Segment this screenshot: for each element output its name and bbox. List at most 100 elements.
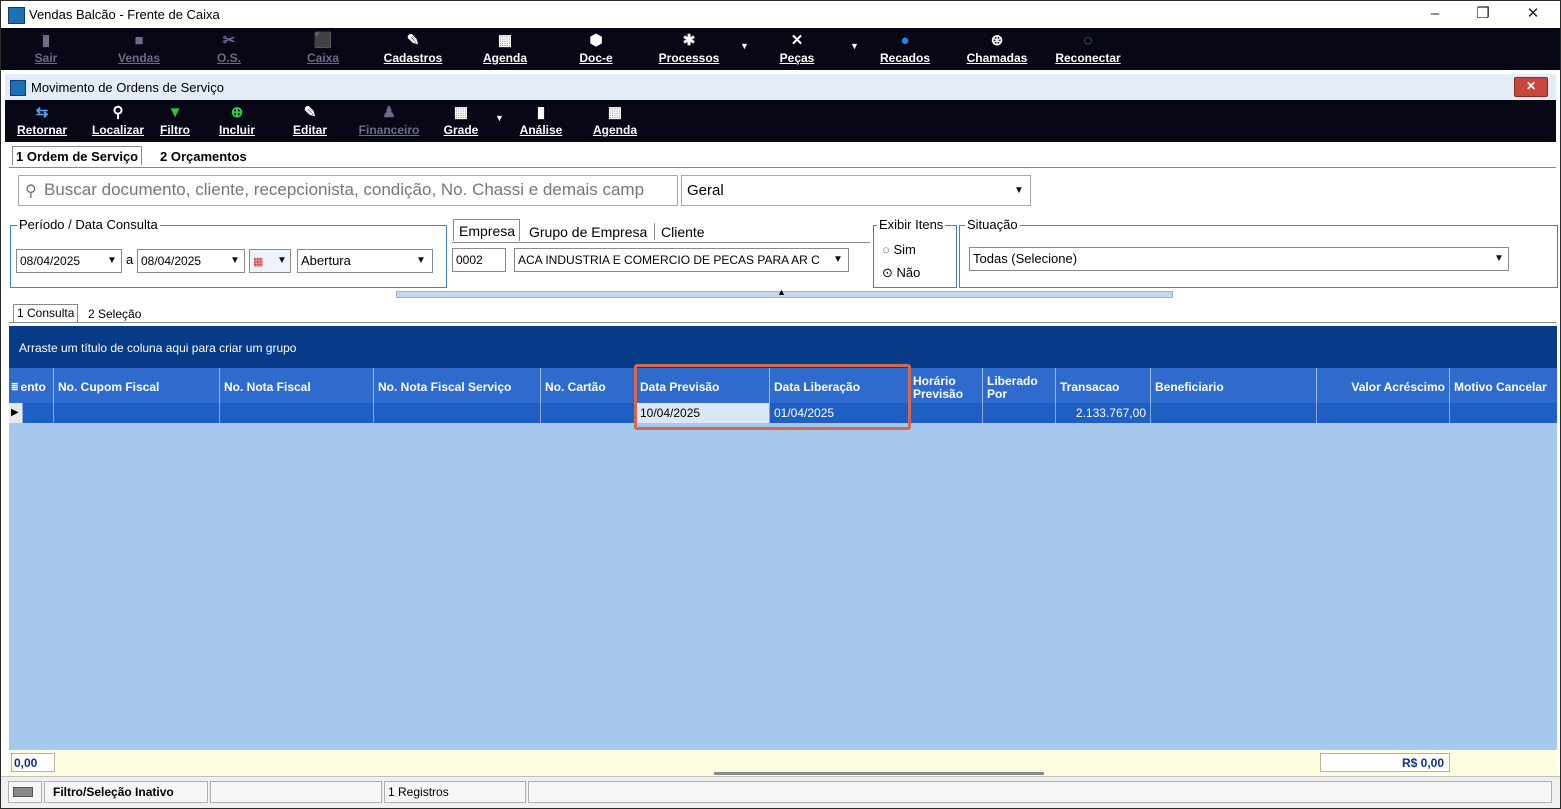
localizar-button[interactable]: ⚲ Localizar <box>87 100 149 142</box>
situacao-select[interactable]: Todas (Selecione) ▼ <box>969 247 1509 271</box>
processos-button[interactable]: ✱ Processos <box>652 28 726 70</box>
search-field[interactable]: ⚲ Buscar documento, cliente, recepcionis… <box>18 175 678 206</box>
sair-button[interactable]: ▮ Sair <box>23 28 69 70</box>
radio-sim[interactable]: ○ Sim <box>882 242 916 257</box>
caixa-button[interactable]: ⬛ Caixa <box>301 28 345 70</box>
tab-grupo-empresa[interactable]: Grupo de Empresa <box>529 224 647 240</box>
radio-unchecked-icon: ○ <box>882 242 890 257</box>
chevron-down-icon: ▼ <box>1494 253 1504 264</box>
recados-button[interactable]: ● Recados <box>872 28 938 70</box>
column-header[interactable]: Data Liberação <box>770 368 909 403</box>
filtro-button[interactable]: ▼ Filtro <box>155 100 195 142</box>
document-icon: ⬢ <box>589 32 603 49</box>
group-by-panel[interactable]: Arraste um título de coluna aqui para cr… <box>9 326 1557 368</box>
close-button[interactable]: ✕ <box>1510 3 1556 27</box>
grade-dropdown-icon[interactable]: ▼ <box>495 113 504 123</box>
column-header[interactable]: Beneficiario <box>1151 368 1317 403</box>
minimize-button[interactable]: – <box>1412 3 1458 27</box>
table-cell[interactable] <box>374 403 541 423</box>
cadastros-button[interactable]: ✎ Cadastros <box>378 28 448 70</box>
date-to-field[interactable]: 08/04/2025 ▼ <box>137 249 245 273</box>
tab-orcamentos[interactable]: 2 Orçamentos <box>160 149 247 164</box>
row-indicator-icon: ▶ <box>9 403 23 423</box>
column-header[interactable]: ≣ ento <box>9 368 54 403</box>
restore-button[interactable]: ❐ <box>1460 3 1506 27</box>
column-header[interactable]: Motivo Cancelar <box>1450 368 1557 403</box>
column-header[interactable]: Transacao <box>1056 368 1151 403</box>
search-scope-select[interactable]: Geral ▼ <box>681 175 1031 206</box>
column-header[interactable]: Horário Previsão <box>909 368 983 403</box>
door-icon: ▮ <box>41 32 51 49</box>
transacao-cell[interactable]: 2.133.767,00 <box>1056 403 1151 423</box>
data-liberacao-cell[interactable]: 01/04/2025 <box>770 403 909 423</box>
table-cell[interactable] <box>1450 403 1557 423</box>
tab-selecao[interactable]: 2 Seleção <box>88 307 141 321</box>
table-cell[interactable] <box>220 403 374 423</box>
horizontal-scrollbar[interactable] <box>714 772 1044 775</box>
column-header[interactable]: Valor Acréscimo <box>1317 368 1450 403</box>
radio-nao[interactable]: ⊙ Não <box>882 265 920 281</box>
chevron-down-icon: ▼ <box>833 254 843 265</box>
financeiro-button[interactable]: ♟ Financeiro <box>353 100 425 142</box>
reconectar-button[interactable]: ◌ Reconectar <box>1046 28 1130 70</box>
calendar-button[interactable]: ▦ ▼ <box>249 249 291 273</box>
table-cell[interactable] <box>541 403 636 423</box>
chevron-down-icon: ▼ <box>416 255 426 266</box>
filter-status: Filtro/Seleção Inativo <box>44 781 208 803</box>
money-bag-icon: ♟ <box>382 104 396 121</box>
chevron-down-icon: ▼ <box>277 255 287 266</box>
keyboard-icon <box>8 781 42 803</box>
vendas-button[interactable]: ■ Vendas <box>111 28 167 70</box>
tab-ordem-servico[interactable]: 1 Ordem de Serviço <box>12 146 143 165</box>
inner-window-header: Movimento de Ordens de Serviço ✕ <box>5 74 1556 101</box>
inner-close-button[interactable]: ✕ <box>1514 77 1548 97</box>
table-cell[interactable] <box>1317 403 1450 423</box>
column-header[interactable]: Data Previsão <box>636 368 770 403</box>
column-header[interactable]: No. Nota Fiscal <box>220 368 374 403</box>
tab-empresa[interactable]: Empresa <box>453 219 521 241</box>
date-from-field[interactable]: 08/04/2025 ▼ <box>16 249 122 273</box>
form-icon: ✎ <box>406 32 420 49</box>
table-cell[interactable] <box>54 403 220 423</box>
table-row[interactable]: ▶ 10/04/2025 01/04/2025 2.133.767,00 <box>9 403 1557 423</box>
retornar-button[interactable]: ⇆ Retornar <box>11 100 73 142</box>
record-count: 1 Registros <box>384 781 526 803</box>
column-header[interactable]: No. Cupom Fiscal <box>54 368 220 403</box>
sub-toolbar: ⇆ Retornar ⚲ Localizar ▼ Filtro ⊕ Inclui… <box>5 100 1556 142</box>
grade-button[interactable]: ▦ Grade <box>439 100 483 142</box>
os-button[interactable]: ✂ O.S. <box>209 28 249 70</box>
table-cell[interactable] <box>909 403 983 423</box>
chamadas-button[interactable]: ⊛ Chamadas <box>959 28 1035 70</box>
edit-icon: ✎ <box>303 104 317 121</box>
search-icon: ⚲ <box>112 104 124 121</box>
doc-e-button[interactable]: ⬢ Doc-e <box>571 28 621 70</box>
editar-button[interactable]: ✎ Editar <box>285 100 335 142</box>
agenda-sub-button[interactable]: ▦ Agenda <box>587 100 643 142</box>
empresa-code-field[interactable]: 0002 <box>452 248 506 272</box>
tab-consulta[interactable]: 1 Consulta <box>13 304 79 322</box>
table-cell[interactable] <box>983 403 1056 423</box>
data-previsao-cell[interactable]: 10/04/2025 <box>636 403 770 423</box>
column-header[interactable]: Liberado Por <box>983 368 1056 403</box>
footer-sum-right: R$ 0,00 <box>1320 753 1450 772</box>
analise-button[interactable]: ▮ Análise <box>515 100 567 142</box>
date-type-select[interactable]: Abertura ▼ <box>297 249 433 273</box>
wrench-icon: ✕ <box>790 32 804 49</box>
empresa-name-select[interactable]: ACA INDUSTRIA E COMERCIO DE PECAS PARA A… <box>514 248 849 272</box>
processos-dropdown-icon[interactable]: ▼ <box>740 41 749 51</box>
pecas-dropdown-icon[interactable]: ▼ <box>850 41 859 51</box>
chevron-down-icon: ▼ <box>107 255 117 266</box>
incluir-button[interactable]: ⊕ Incluir <box>212 100 262 142</box>
inner-window-title: Movimento de Ordens de Serviço <box>31 80 224 95</box>
table-cell[interactable] <box>23 403 54 423</box>
pecas-button[interactable]: ✕ Peças <box>772 28 822 70</box>
agenda-button[interactable]: ▦ Agenda <box>476 28 534 70</box>
chevron-up-icon[interactable]: ▲ <box>777 287 786 297</box>
table-cell[interactable] <box>1151 403 1317 423</box>
group-hint: Arraste um título de coluna aqui para cr… <box>19 341 297 355</box>
register-icon: ■ <box>134 32 144 49</box>
tab-cliente[interactable]: Cliente <box>661 224 705 240</box>
column-header[interactable]: No. Cartão <box>541 368 636 403</box>
footer-sum-left: 0,00 <box>11 753 55 772</box>
column-header[interactable]: No. Nota Fiscal Serviço <box>374 368 541 403</box>
